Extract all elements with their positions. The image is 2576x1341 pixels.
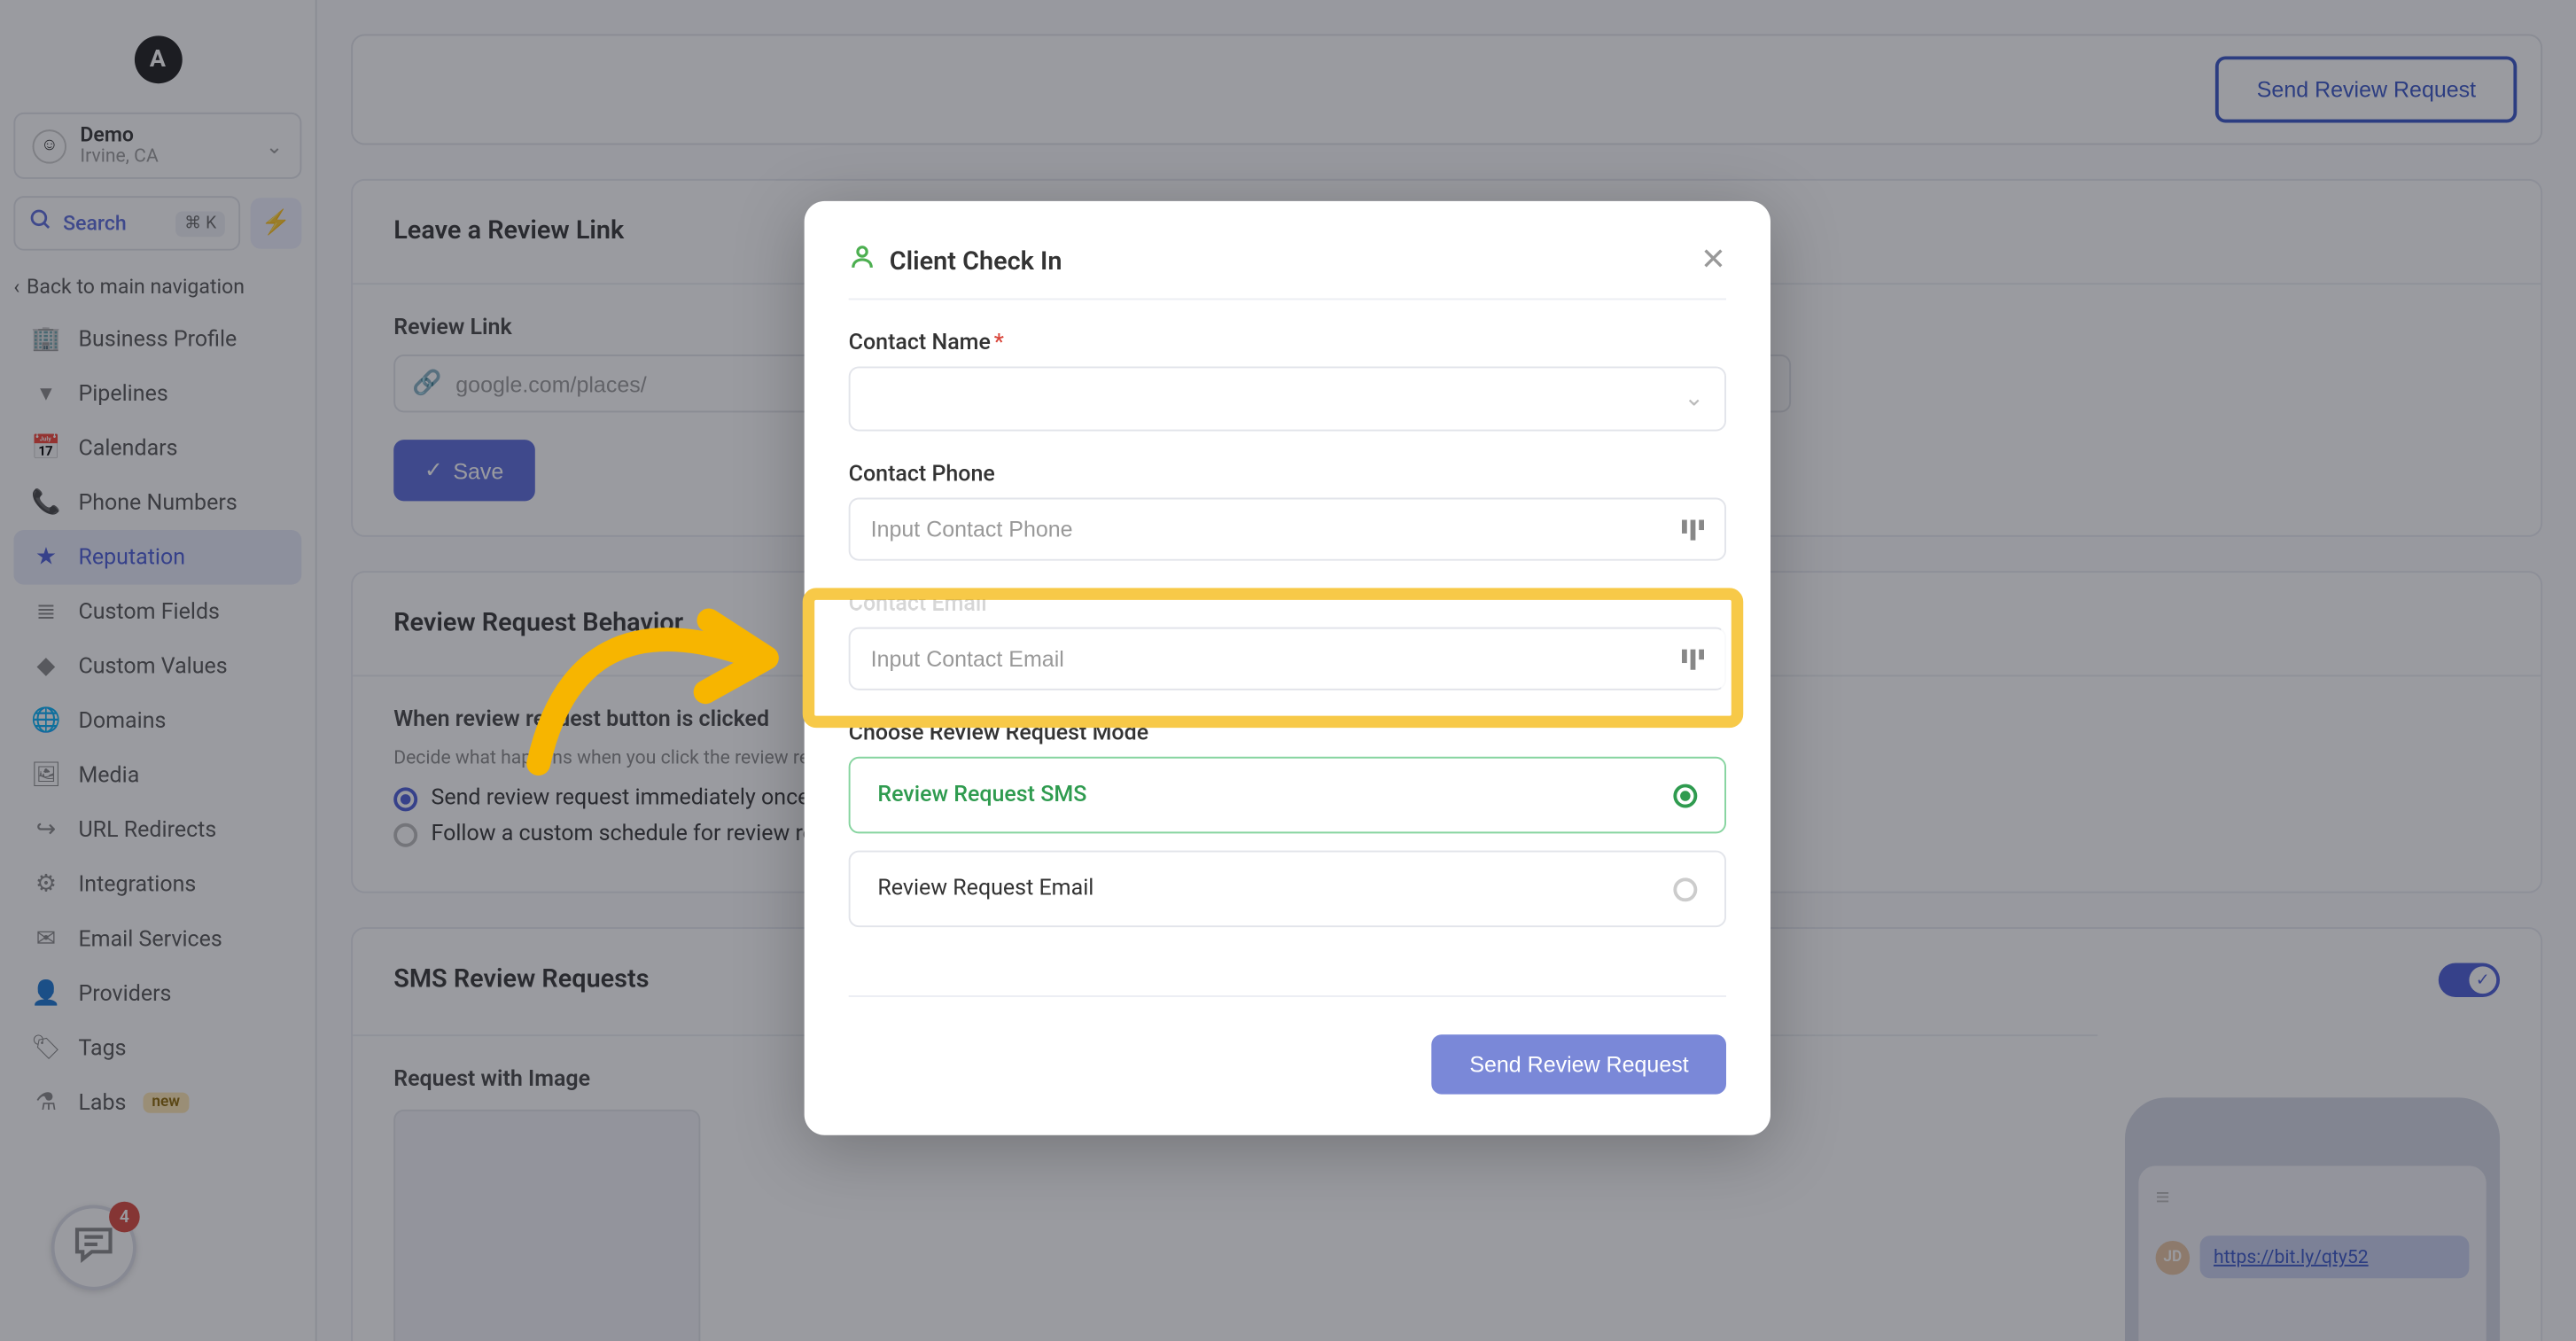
contact-phone-input-wrap[interactable] <box>849 498 1726 561</box>
mode-email-option[interactable]: Review Request Email <box>849 851 1726 928</box>
contact-phone-label: Contact Phone <box>849 462 1726 487</box>
chevron-down-icon: ⌄ <box>1684 386 1704 413</box>
radio-icon <box>1673 784 1697 807</box>
send-review-request-modal-button[interactable]: Send Review Request <box>1432 1034 1726 1094</box>
password-manager-icon[interactable] <box>1682 519 1704 540</box>
contact-email-input-wrap[interactable] <box>849 628 1726 690</box>
password-manager-icon[interactable] <box>1682 649 1704 669</box>
contact-phone-input[interactable] <box>871 517 1682 542</box>
contact-name-label: Contact Name* <box>849 331 1726 356</box>
person-icon <box>849 243 876 277</box>
client-check-in-modal: Client Check In ✕ Contact Name* ⌄ Contac… <box>805 201 1771 1135</box>
contact-email-label: Contact Email <box>849 591 1726 617</box>
modal-title: Client Check In <box>890 245 1062 276</box>
radio-icon <box>1673 877 1697 900</box>
contact-name-select[interactable]: ⌄ <box>849 366 1726 431</box>
mode-sms-option[interactable]: Review Request SMS <box>849 757 1726 834</box>
contact-email-input[interactable] <box>871 646 1682 672</box>
close-button[interactable]: ✕ <box>1700 242 1726 277</box>
mode-label: Choose Review Request Mode <box>849 721 1726 746</box>
